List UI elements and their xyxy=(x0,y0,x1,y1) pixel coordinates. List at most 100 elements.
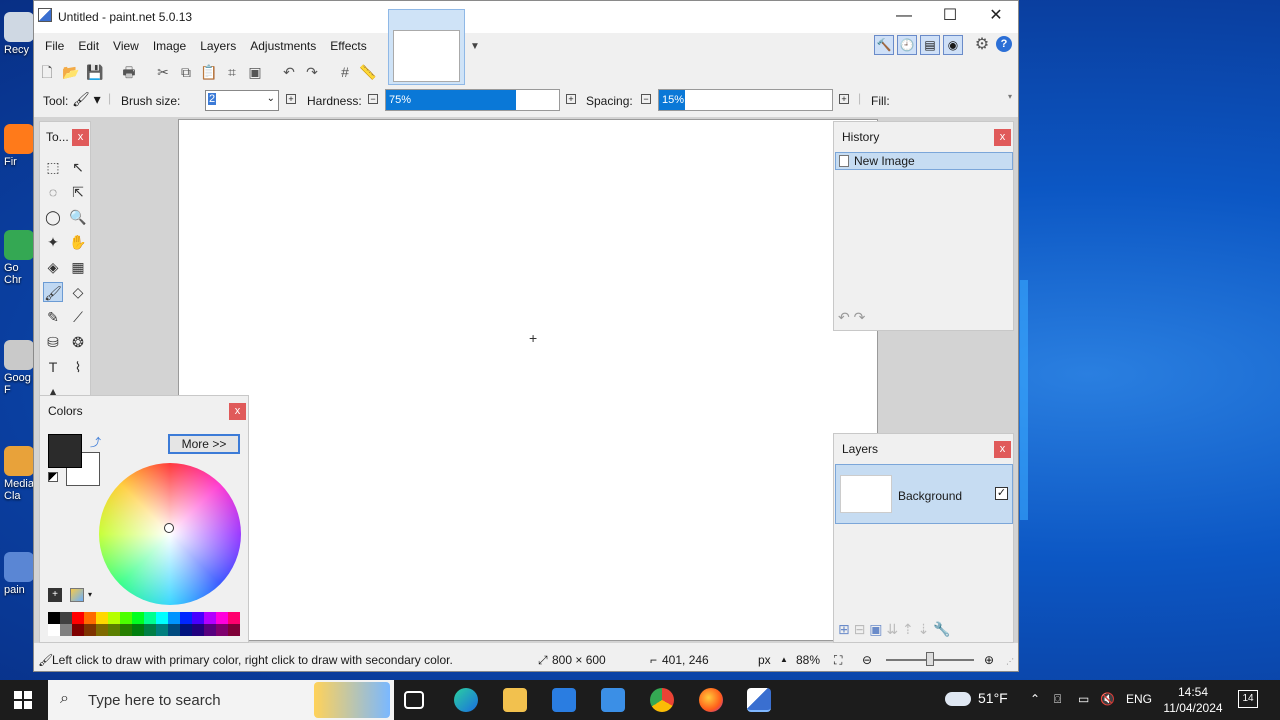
hardness-increase-icon[interactable]: + xyxy=(566,94,576,104)
move-layer-up-icon[interactable]: ⇡ xyxy=(902,621,914,637)
palette-swatch[interactable] xyxy=(180,624,192,636)
palette-swatch[interactable] xyxy=(192,612,204,624)
history-redo-icon[interactable]: ↷ xyxy=(854,309,866,325)
deselect-icon[interactable]: ▣ xyxy=(246,63,264,81)
palette-swatch[interactable] xyxy=(48,612,60,624)
undo-icon[interactable]: ↶ xyxy=(280,63,298,81)
crop-icon[interactable]: ⌗ xyxy=(223,63,241,81)
history-panel-close-button[interactable]: x xyxy=(994,129,1011,146)
history-undo-icon[interactable]: ↶ xyxy=(838,309,850,325)
primary-color-swatch[interactable] xyxy=(48,434,82,468)
palette-swatch[interactable] xyxy=(96,612,108,624)
help-icon[interactable]: ? xyxy=(996,36,1012,52)
rectangle-select-icon[interactable]: ⬚ xyxy=(43,157,63,177)
history-item[interactable]: New Image xyxy=(835,152,1013,170)
desktop-icon-chrome[interactable]: Go Chr xyxy=(4,230,36,286)
palette-swatch[interactable] xyxy=(156,612,168,624)
add-layer-icon[interactable]: ⊞ xyxy=(838,621,850,637)
palette-swatch[interactable] xyxy=(216,624,228,636)
meet-icon[interactable]: ⌼ xyxy=(1054,692,1061,707)
units-dropdown-icon[interactable]: ▲ xyxy=(780,655,788,664)
weather-temp[interactable]: 51°F xyxy=(978,690,1008,706)
duplicate-layer-icon[interactable]: ▣ xyxy=(869,621,882,637)
zoom-level[interactable]: 88% xyxy=(796,653,820,667)
resize-grip-icon[interactable]: ⋰ xyxy=(1006,657,1014,666)
layer-visibility-checkbox[interactable]: ✓ xyxy=(995,487,1008,500)
tools-panel-close-button[interactable]: x xyxy=(72,129,89,146)
palette-swatch[interactable] xyxy=(108,624,120,636)
palette-swatch[interactable] xyxy=(144,624,156,636)
tools-window-icon[interactable]: 🔨 xyxy=(874,35,894,55)
swap-colors-icon[interactable]: ⤴ xyxy=(90,434,101,450)
menu-layers[interactable]: Layers xyxy=(193,37,243,55)
edge-icon[interactable] xyxy=(454,688,478,712)
menu-adjustments[interactable]: Adjustments xyxy=(243,37,323,55)
palette-swatch[interactable] xyxy=(168,612,180,624)
palette-swatch[interactable] xyxy=(216,612,228,624)
gradient-icon[interactable]: ▦ xyxy=(68,257,88,277)
clone-stamp-icon[interactable]: ⛁ xyxy=(43,332,63,352)
palette-swatch[interactable] xyxy=(180,612,192,624)
layers-window-icon[interactable]: ▤ xyxy=(920,35,940,55)
windows-start-icon[interactable] xyxy=(14,691,32,709)
palette-swatch[interactable] xyxy=(132,624,144,636)
overflow-chevron-icon[interactable]: ▾ xyxy=(1008,92,1012,101)
clock[interactable]: 14:54 11/04/2024 xyxy=(1158,684,1228,716)
palette-swatch[interactable] xyxy=(204,612,216,624)
palette-dropdown-icon[interactable]: ▾ xyxy=(88,590,92,599)
spacing-increase-icon[interactable]: + xyxy=(839,94,849,104)
zoom-slider-thumb[interactable] xyxy=(926,652,934,666)
add-to-palette-icon[interactable]: + xyxy=(48,588,62,602)
notification-center-icon[interactable]: 14 xyxy=(1238,690,1258,708)
palette-swatch[interactable] xyxy=(84,612,96,624)
layer-properties-icon[interactable]: 🔧 xyxy=(933,621,950,637)
eraser-icon[interactable]: ◇ xyxy=(68,282,88,302)
file-explorer-icon[interactable] xyxy=(503,688,527,712)
move-selection-icon[interactable]: ⇱ xyxy=(68,182,88,202)
desktop-icon-recycle-bin[interactable]: Recy xyxy=(4,12,36,56)
task-view-icon[interactable] xyxy=(404,691,424,709)
hardness-slider[interactable]: 75% xyxy=(385,89,560,111)
move-layer-down-icon[interactable]: ⇣ xyxy=(918,621,930,637)
text-icon[interactable]: T xyxy=(43,357,63,377)
spacing-slider[interactable]: 15% xyxy=(658,89,833,111)
print-icon[interactable]: 🖶 xyxy=(120,63,138,81)
menu-view[interactable]: View xyxy=(106,37,146,55)
line-curve-icon[interactable]: ⌇ xyxy=(68,357,88,377)
volume-muted-icon[interactable]: 🔇 xyxy=(1100,692,1115,706)
palette-swatch[interactable] xyxy=(228,624,240,636)
image-thumbnail-tab[interactable] xyxy=(388,9,465,85)
paintnet-taskbar-icon[interactable] xyxy=(747,688,771,712)
chrome-icon[interactable] xyxy=(650,688,674,712)
units-selector[interactable]: px xyxy=(758,653,771,667)
brush-size-combo[interactable]: 2 ⌄ xyxy=(205,90,279,111)
maximize-button[interactable]: ☐ xyxy=(927,1,973,31)
palette-swatch[interactable] xyxy=(228,612,240,624)
close-button[interactable]: ✕ xyxy=(973,1,1019,31)
merge-layer-down-icon[interactable]: ⇊ xyxy=(886,621,898,637)
palette-swatch[interactable] xyxy=(60,612,72,624)
title-bar[interactable]: Untitled - paint.net 5.0.13 — ☐ ✕ xyxy=(34,1,1018,33)
zoom-in-icon[interactable]: ⊕ xyxy=(984,653,994,667)
palette-swatch[interactable] xyxy=(192,624,204,636)
colors-panel-close-button[interactable]: x xyxy=(229,403,246,420)
menu-image[interactable]: Image xyxy=(146,37,193,55)
move-selected-icon[interactable]: ↖ xyxy=(68,157,88,177)
palette-swatch[interactable] xyxy=(120,612,132,624)
delete-layer-icon[interactable]: ⊟ xyxy=(854,621,866,637)
palette-swatch[interactable] xyxy=(204,624,216,636)
grid-icon[interactable]: # xyxy=(336,63,354,81)
reset-colors-icon[interactable] xyxy=(48,472,58,482)
show-hidden-icons-icon[interactable]: ⌃ xyxy=(1030,692,1040,706)
new-icon[interactable]: 🗋 xyxy=(38,63,56,81)
open-icon[interactable]: 📂 xyxy=(62,63,80,81)
magic-wand-icon[interactable]: ✦ xyxy=(43,232,63,252)
ellipse-select-icon[interactable]: ◯ xyxy=(43,207,63,227)
desktop-icon-firefox[interactable]: Fir xyxy=(4,124,36,168)
palette-swatch[interactable] xyxy=(120,624,132,636)
hardness-decrease-icon[interactable]: − xyxy=(368,94,378,104)
desktop-icon-media-player[interactable]: Media Cla xyxy=(4,446,36,502)
pencil-icon[interactable]: ✎ xyxy=(43,307,63,327)
history-window-icon[interactable]: 🕘 xyxy=(897,35,917,55)
layers-panel-close-button[interactable]: x xyxy=(994,441,1011,458)
